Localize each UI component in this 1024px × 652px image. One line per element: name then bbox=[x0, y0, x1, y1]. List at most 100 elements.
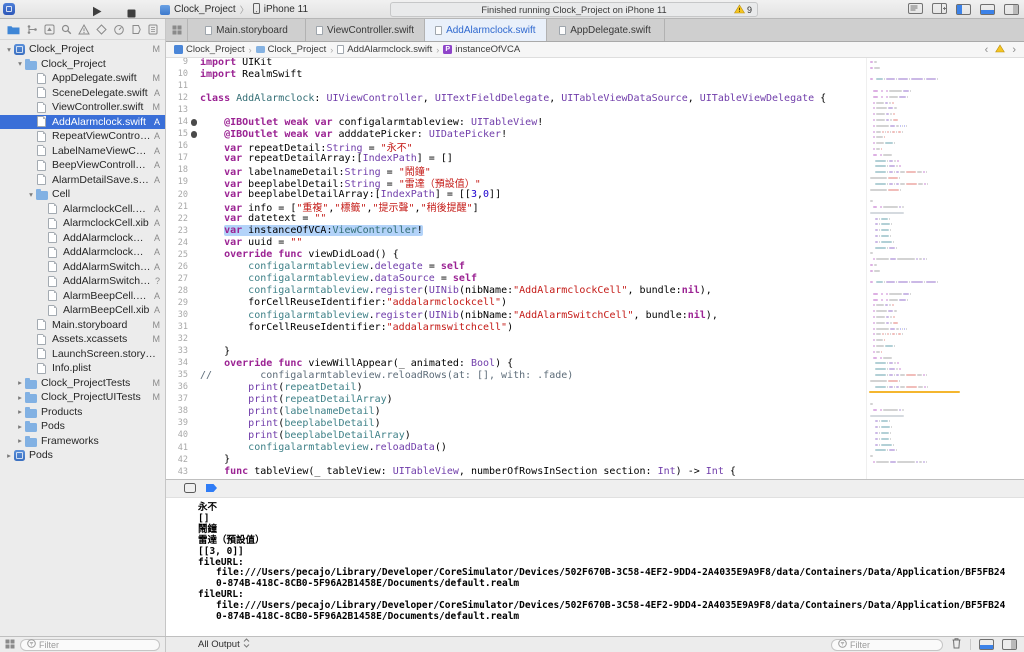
project-navigator-icon[interactable] bbox=[7, 24, 20, 35]
issue-navigator-icon[interactable] bbox=[78, 23, 90, 35]
breakpoints-toggle-icon[interactable] bbox=[205, 480, 218, 498]
warning-icon[interactable] bbox=[995, 43, 1006, 56]
back-icon[interactable]: ‹ bbox=[985, 44, 989, 56]
file-row-addalarmclock-swift[interactable]: AddAlarmclock.swift A bbox=[0, 114, 165, 129]
trash-icon[interactable] bbox=[951, 636, 962, 652]
hide-debug-area-icon[interactable] bbox=[184, 480, 196, 498]
breadcrumb-item-clock-project[interactable]: Clock_Project bbox=[174, 44, 245, 55]
tab-bar-tabs: Main.storyboard ViewController.swift AddAl… bbox=[188, 19, 665, 41]
console-line: 永不 bbox=[198, 502, 218, 513]
tab-viewcontroller-swift[interactable]: ViewController.swift bbox=[306, 19, 426, 41]
activity-viewer[interactable]: Finished running Clock_Project on iPhone… bbox=[390, 2, 758, 17]
forward-icon[interactable]: › bbox=[1012, 44, 1016, 56]
disclosure-closed-icon[interactable]: ▸ bbox=[15, 393, 25, 402]
source-editor[interactable]: 9 import UIKit 10 import RealmSwift 11 12 clas… bbox=[166, 58, 1024, 479]
line-number: 42 bbox=[177, 454, 188, 465]
toggle-debug-area-icon[interactable] bbox=[980, 4, 995, 15]
file-row-info-plist[interactable]: Info.plist bbox=[0, 361, 165, 376]
file-row-main-storyboard[interactable]: Main.storyboard M bbox=[0, 318, 165, 333]
file-row-viewcontroller-swift[interactable]: ViewController.swift M bbox=[0, 100, 165, 115]
file-row-assets-xcassets[interactable]: Assets.xcassets M bbox=[0, 332, 165, 347]
scheme-selector[interactable]: Clock_Project 〉 iPhone 11 bbox=[160, 0, 308, 19]
warning-count-badge[interactable]: 9 bbox=[733, 4, 752, 16]
breadcrumb-item-instanceofvca[interactable]: PinstanceOfVCA bbox=[443, 44, 520, 55]
breakpoint-navigator-icon[interactable] bbox=[131, 24, 142, 35]
console-scope-select[interactable]: All Output bbox=[198, 638, 250, 651]
swift-file-icon bbox=[37, 159, 46, 171]
file-row-addalarmclockcell-swift[interactable]: AddAlarmclockCell.swiftA bbox=[0, 231, 165, 246]
file-row-clock-projecttests[interactable]: ▸ Clock_ProjectTests M bbox=[0, 376, 165, 391]
outlet-connection-icon[interactable] bbox=[190, 131, 198, 138]
related-items-icon[interactable] bbox=[166, 19, 188, 41]
file-row-pods[interactable]: ▸ Pods bbox=[0, 419, 165, 434]
disclosure-open-icon[interactable]: ▾ bbox=[26, 190, 36, 199]
vcs-status-badge: A bbox=[153, 290, 160, 301]
line-number: 43 bbox=[177, 466, 188, 477]
minimap-warning-marker bbox=[869, 390, 960, 393]
file-row-alarmclockcell-swift[interactable]: AlarmclockCell.swift A bbox=[0, 202, 165, 217]
vcs-status-badge: M bbox=[152, 377, 161, 388]
disclosure-closed-icon[interactable]: ▸ bbox=[4, 451, 14, 460]
debug-navigator-icon[interactable] bbox=[113, 24, 125, 35]
line-number: 11 bbox=[177, 81, 188, 92]
file-row-launchscreen-storyboard[interactable]: LaunchScreen.storyboard bbox=[0, 347, 165, 362]
file-row-addalarmclockcell-xib[interactable]: AddAlarmclockCell.xibA bbox=[0, 245, 165, 260]
disclosure-closed-icon[interactable]: ▸ bbox=[15, 422, 25, 431]
symbol-navigator-icon[interactable] bbox=[44, 24, 55, 35]
toggle-navigator-icon[interactable] bbox=[956, 4, 971, 15]
breadcrumb-item-clock-project[interactable]: Clock_Project bbox=[255, 44, 326, 55]
source-control-navigator-icon[interactable] bbox=[26, 24, 38, 35]
file-row-addalarmswitchcell-xib[interactable]: AddAlarmSwitchCell.xib? bbox=[0, 274, 165, 289]
add-editor-icon[interactable] bbox=[932, 1, 947, 19]
minimap[interactable] bbox=[866, 58, 962, 479]
tab-appdelegate-swift[interactable]: AppDelegate.swift bbox=[546, 19, 665, 41]
folder-file-icon bbox=[25, 58, 37, 70]
dock-console-bottom-icon[interactable] bbox=[979, 639, 994, 650]
find-navigator-icon[interactable] bbox=[61, 24, 72, 35]
disclosure-open-icon[interactable]: ▾ bbox=[4, 45, 14, 54]
tab-addalarmclock-swift[interactable]: AddAlarmclock.swift bbox=[425, 19, 547, 41]
dock-console-right-icon[interactable] bbox=[1002, 639, 1017, 650]
code-text: var uuid = "" bbox=[224, 237, 303, 249]
file-row-clock-project[interactable]: ▾ Clock_Project bbox=[0, 57, 165, 72]
file-row-alarmclockcell-xib[interactable]: AlarmclockCell.xib A bbox=[0, 216, 165, 231]
file-name: Cell bbox=[52, 188, 71, 201]
file-row-clock-project[interactable]: ▾ Clock_Project M bbox=[0, 42, 165, 57]
disclosure-closed-icon[interactable]: ▸ bbox=[15, 436, 25, 445]
report-navigator-icon[interactable] bbox=[148, 24, 158, 35]
folder-file-icon bbox=[25, 406, 37, 418]
code-text: // configalarmtableview.reloadRows(at: [… bbox=[200, 369, 574, 381]
file-row-products[interactable]: ▸ Products bbox=[0, 405, 165, 420]
toggle-inspector-icon[interactable] bbox=[1004, 4, 1019, 15]
console-output[interactable]: 永不[] 鬧鐘 雷達（預設值） [[3, 0]] fileURL: file:///Use… bbox=[166, 498, 1024, 636]
file-row-frameworks[interactable]: ▸ Frameworks bbox=[0, 434, 165, 449]
file-row-clock-projectuitests[interactable]: ▸ Clock_ProjectUITests M bbox=[0, 390, 165, 405]
vcs-status-badge: A bbox=[153, 203, 160, 214]
outlet-connection-icon[interactable] bbox=[190, 119, 198, 126]
line-number: 14 bbox=[177, 117, 188, 128]
recent-files-filter-icon[interactable] bbox=[5, 636, 15, 652]
editor-options-icon[interactable] bbox=[908, 1, 923, 19]
file-row-alarmbeepcell-xib[interactable]: AlarmBeepCell.xib A bbox=[0, 303, 165, 318]
file-row-labelnameviewcontroller[interactable]: LabelNameViewController....A bbox=[0, 144, 165, 159]
file-row-beepviewcontroller-swift[interactable]: BeepViewController.swiftA bbox=[0, 158, 165, 173]
sidebar-filter-input[interactable]: Filter bbox=[20, 638, 160, 651]
file-row-alarmbeepcell-swift[interactable]: AlarmBeepCell.swift A bbox=[0, 289, 165, 304]
file-row-cell[interactable]: ▾ Cell bbox=[0, 187, 165, 202]
file-row-pods[interactable]: ▸ Pods bbox=[0, 448, 165, 463]
file-row-appdelegate-swift[interactable]: AppDelegate.swift M bbox=[0, 71, 165, 86]
file-row-addalarmswitchcell-swift[interactable]: AddAlarmSwitchCell.swiftA bbox=[0, 260, 165, 275]
file-row-repeatviewcontroller-swift[interactable]: RepeatViewController.swiftA bbox=[0, 129, 165, 144]
file-row-scenedelegate-swift[interactable]: SceneDelegate.swift A bbox=[0, 86, 165, 101]
disclosure-closed-icon[interactable]: ▸ bbox=[15, 407, 25, 416]
file-row-alarmdetailsave-swift[interactable]: AlarmDetailSave.swift A bbox=[0, 173, 165, 188]
console-filter-input[interactable]: Filter bbox=[831, 638, 943, 651]
run-button[interactable] bbox=[92, 4, 102, 22]
stop-button[interactable] bbox=[127, 5, 136, 23]
vcs-status-badge: A bbox=[153, 87, 160, 98]
disclosure-closed-icon[interactable]: ▸ bbox=[15, 378, 25, 387]
breadcrumb-item-addalarmclock-swift[interactable]: AddAlarmclock.swift bbox=[337, 44, 432, 55]
disclosure-open-icon[interactable]: ▾ bbox=[15, 59, 25, 68]
tab-main-storyboard[interactable]: Main.storyboard bbox=[188, 19, 306, 41]
test-navigator-icon[interactable] bbox=[96, 23, 107, 35]
